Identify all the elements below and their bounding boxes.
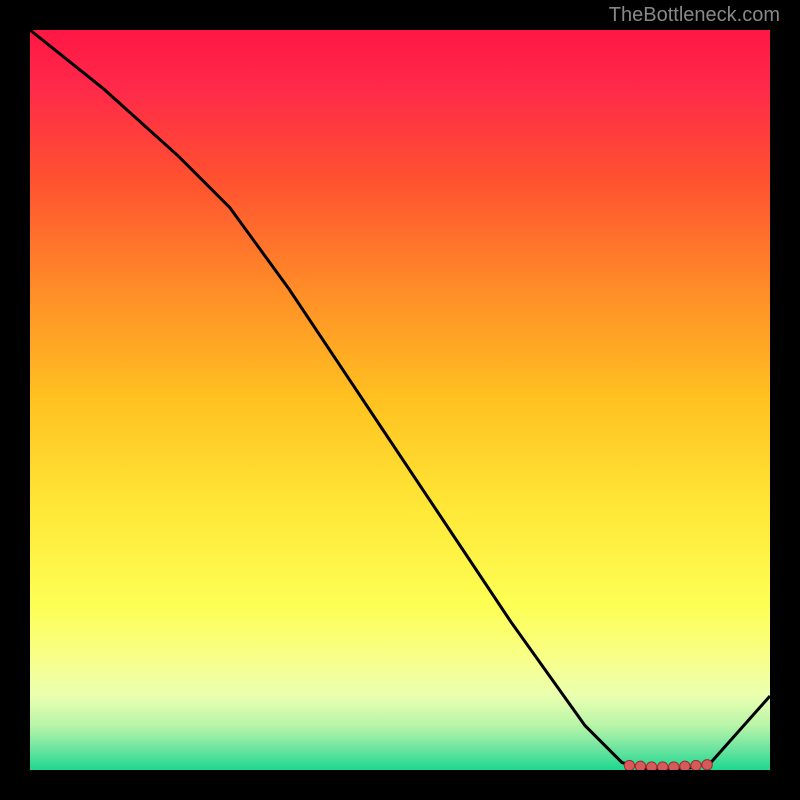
marker-group xyxy=(624,760,712,770)
curve-marker xyxy=(702,760,712,770)
chart-container: TheBottleneck.com xyxy=(0,0,800,800)
curve-marker xyxy=(680,761,690,770)
curve-overlay xyxy=(30,30,770,770)
curve-marker xyxy=(624,760,634,770)
plot-area xyxy=(30,30,770,770)
curve-marker xyxy=(646,762,656,770)
bottleneck-curve xyxy=(30,30,770,770)
curve-marker xyxy=(635,761,645,770)
watermark-text: TheBottleneck.com xyxy=(609,4,780,27)
curve-marker xyxy=(669,762,679,770)
curve-marker xyxy=(658,762,668,770)
curve-marker xyxy=(691,760,701,770)
